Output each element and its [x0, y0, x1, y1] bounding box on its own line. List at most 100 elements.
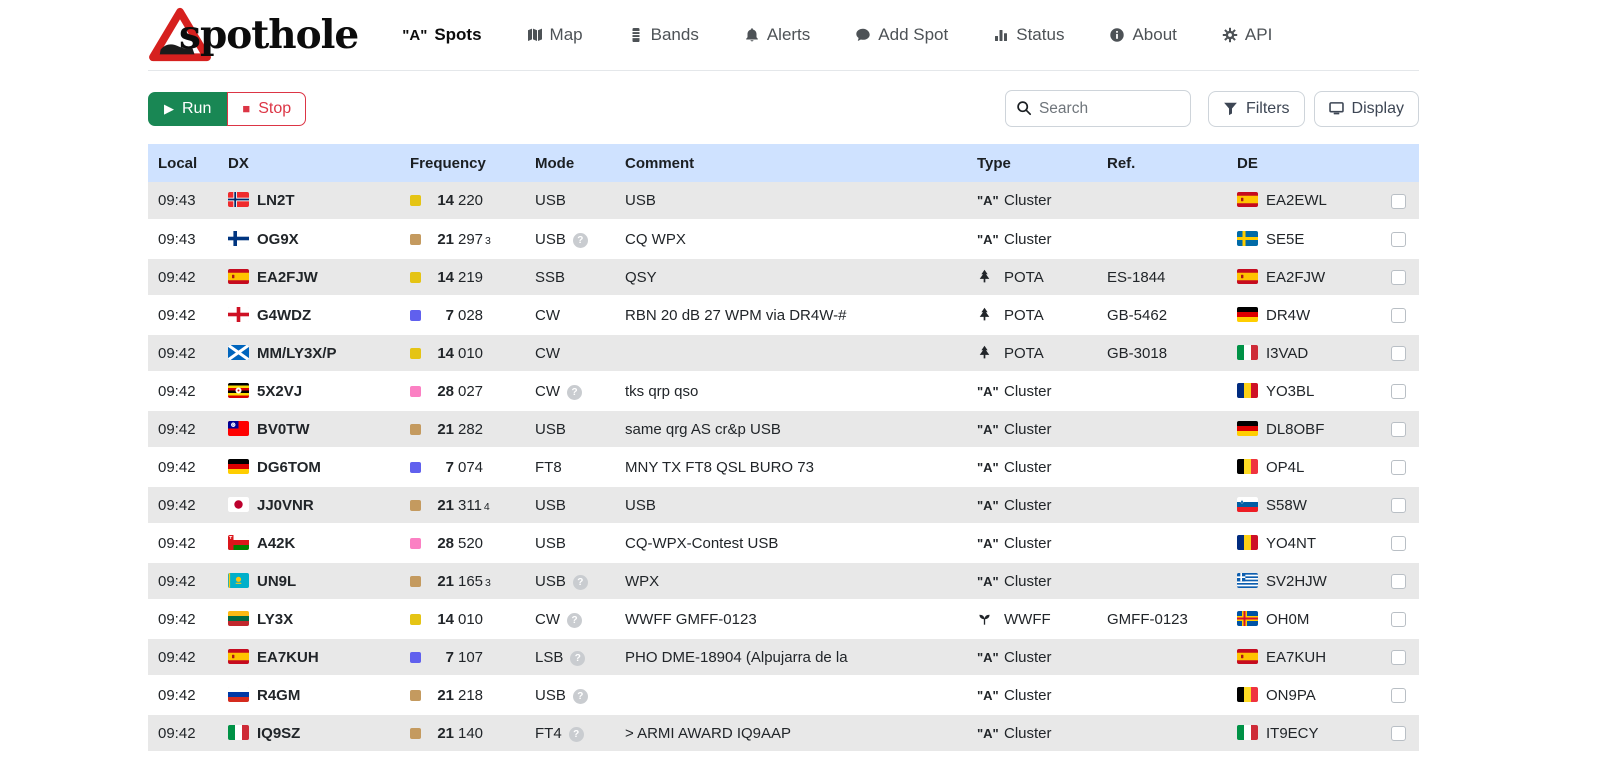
ref-text[interactable]: GB-5462: [1107, 307, 1167, 324]
comment-text: MNY TX FT8 QSL BURO 73: [625, 459, 814, 476]
table-row: 09:42 BV0TW 21282 USB? same qrg AS cr&p …: [148, 410, 1419, 448]
col-header-mode[interactable]: Mode: [525, 144, 615, 182]
ref-text[interactable]: GB-3018: [1107, 345, 1167, 362]
search-input[interactable]: [1005, 90, 1191, 127]
row-checkbox[interactable]: [1391, 346, 1406, 361]
de-callsign[interactable]: YO4NT: [1266, 535, 1316, 552]
comment-cell: [615, 676, 967, 714]
type-cell: "A"Cluster: [967, 676, 1097, 714]
type-label: WWFF: [1004, 611, 1051, 628]
row-checkbox[interactable]: [1391, 384, 1406, 399]
dx-callsign[interactable]: EA2FJW: [257, 269, 318, 286]
dx-callsign[interactable]: EA7KUH: [257, 649, 319, 666]
row-checkbox[interactable]: [1391, 650, 1406, 665]
spot-time: 09:43: [158, 231, 196, 248]
dx-callsign[interactable]: MM/LY3X/P: [257, 345, 336, 362]
dx-callsign[interactable]: A42K: [257, 535, 295, 552]
de-callsign[interactable]: ON9PA: [1266, 687, 1316, 704]
row-checkbox[interactable]: [1391, 726, 1406, 741]
comment-text: PHO DME-18904 (Alpujarra de la: [625, 649, 848, 666]
mode-help-icon[interactable]: ?: [567, 613, 582, 628]
nav-item-alerts[interactable]: Alerts: [744, 25, 810, 45]
type-label: Cluster: [1004, 535, 1052, 552]
comment-cell: tks qrp qso: [615, 372, 967, 410]
col-header-local[interactable]: Local: [148, 144, 218, 182]
row-checkbox[interactable]: [1391, 536, 1406, 551]
run-button[interactable]: ▶ Run: [148, 92, 227, 126]
nav-item-spots[interactable]: "A" Spots: [402, 25, 481, 45]
mode-help-icon[interactable]: ?: [569, 727, 584, 742]
col-header-dx[interactable]: DX: [218, 144, 400, 182]
dx-callsign[interactable]: JJ0VNR: [257, 497, 314, 514]
de-callsign[interactable]: EA2EWL: [1266, 192, 1327, 209]
frequency-mhz: 28: [432, 383, 454, 400]
dx-callsign[interactable]: R4GM: [257, 687, 300, 704]
de-callsign[interactable]: I3VAD: [1266, 345, 1308, 362]
mode-help-icon[interactable]: ?: [573, 689, 588, 704]
dx-callsign[interactable]: 5X2VJ: [257, 383, 302, 400]
table-row: 09:42 G4WDZ 7028 CW? RBN 20 dB 27 WPM vi…: [148, 296, 1419, 334]
dx-callsign[interactable]: DG6TOM: [257, 459, 321, 476]
row-checkbox[interactable]: [1391, 498, 1406, 513]
dx-callsign[interactable]: UN9L: [257, 573, 296, 590]
mode-help-icon[interactable]: ?: [567, 385, 582, 400]
nav-item-about[interactable]: About: [1109, 25, 1176, 45]
row-checkbox[interactable]: [1391, 688, 1406, 703]
dx-flag-icon: [228, 649, 249, 664]
dx-callsign[interactable]: OG9X: [257, 231, 299, 248]
frequency-khz: 520: [458, 535, 483, 552]
col-header-comment[interactable]: Comment: [615, 144, 967, 182]
ref-text[interactable]: ES-1844: [1107, 269, 1165, 286]
mode-help-icon[interactable]: ?: [570, 651, 585, 666]
de-callsign[interactable]: OP4L: [1266, 459, 1304, 476]
de-callsign[interactable]: EA7KUH: [1266, 649, 1326, 666]
nav-item-map[interactable]: Map: [527, 25, 583, 45]
de-callsign[interactable]: OH0M: [1266, 611, 1309, 628]
row-checkbox[interactable]: [1391, 574, 1406, 589]
nav-item-status[interactable]: Status: [993, 25, 1064, 45]
dx-cell: LY3X: [218, 600, 400, 638]
de-callsign[interactable]: S58W: [1266, 497, 1307, 514]
dx-callsign[interactable]: BV0TW: [257, 421, 310, 438]
dx-callsign[interactable]: G4WDZ: [257, 307, 311, 324]
col-header-de[interactable]: DE: [1227, 144, 1375, 182]
de-callsign[interactable]: YO3BL: [1266, 383, 1314, 400]
table-row: 09:42 UN9L 211653 USB? WPX "A"Cluster SV…: [148, 562, 1419, 600]
ref-text[interactable]: GMFF-0123: [1107, 611, 1188, 628]
dx-callsign[interactable]: IQ9SZ: [257, 725, 300, 742]
de-callsign[interactable]: DR4W: [1266, 307, 1310, 324]
mode-help-icon[interactable]: ?: [573, 233, 588, 248]
ref-cell: [1097, 486, 1227, 524]
dx-callsign[interactable]: LY3X: [257, 611, 293, 628]
row-checkbox[interactable]: [1391, 270, 1406, 285]
de-callsign[interactable]: IT9ECY: [1266, 725, 1319, 742]
de-callsign[interactable]: SV2HJW: [1266, 573, 1327, 590]
row-checkbox[interactable]: [1391, 194, 1406, 209]
stop-button[interactable]: ■ Stop: [227, 92, 306, 126]
spothole-logo[interactable]: spothole: [148, 6, 358, 64]
mode-help-icon[interactable]: ?: [573, 575, 588, 590]
row-checkbox[interactable]: [1391, 460, 1406, 475]
row-checkbox[interactable]: [1391, 612, 1406, 627]
col-header-frequency[interactable]: Frequency: [400, 144, 525, 182]
dx-callsign[interactable]: LN2T: [257, 192, 295, 209]
col-header-ref[interactable]: Ref.: [1097, 144, 1227, 182]
de-callsign[interactable]: DL8OBF: [1266, 421, 1324, 438]
row-checkbox[interactable]: [1391, 232, 1406, 247]
de-callsign[interactable]: EA2FJW: [1266, 269, 1325, 286]
row-checkbox[interactable]: [1391, 308, 1406, 323]
band-color-icon: [410, 195, 421, 206]
display-button[interactable]: Display: [1314, 91, 1419, 127]
nav-item-api[interactable]: API: [1222, 25, 1272, 45]
type-cell: POTA: [967, 334, 1097, 372]
comment-cell: WPX: [615, 562, 967, 600]
comment-text: QSY: [625, 269, 657, 286]
filters-button[interactable]: Filters: [1208, 91, 1305, 127]
nav-item-add-spot[interactable]: Add Spot: [855, 25, 948, 45]
col-header-type[interactable]: Type: [967, 144, 1097, 182]
de-callsign[interactable]: SE5E: [1266, 231, 1304, 248]
type-label: Cluster: [1004, 573, 1052, 590]
nav-item-label: Status: [1016, 25, 1064, 45]
nav-item-bands[interactable]: Bands: [628, 25, 699, 45]
row-checkbox[interactable]: [1391, 422, 1406, 437]
